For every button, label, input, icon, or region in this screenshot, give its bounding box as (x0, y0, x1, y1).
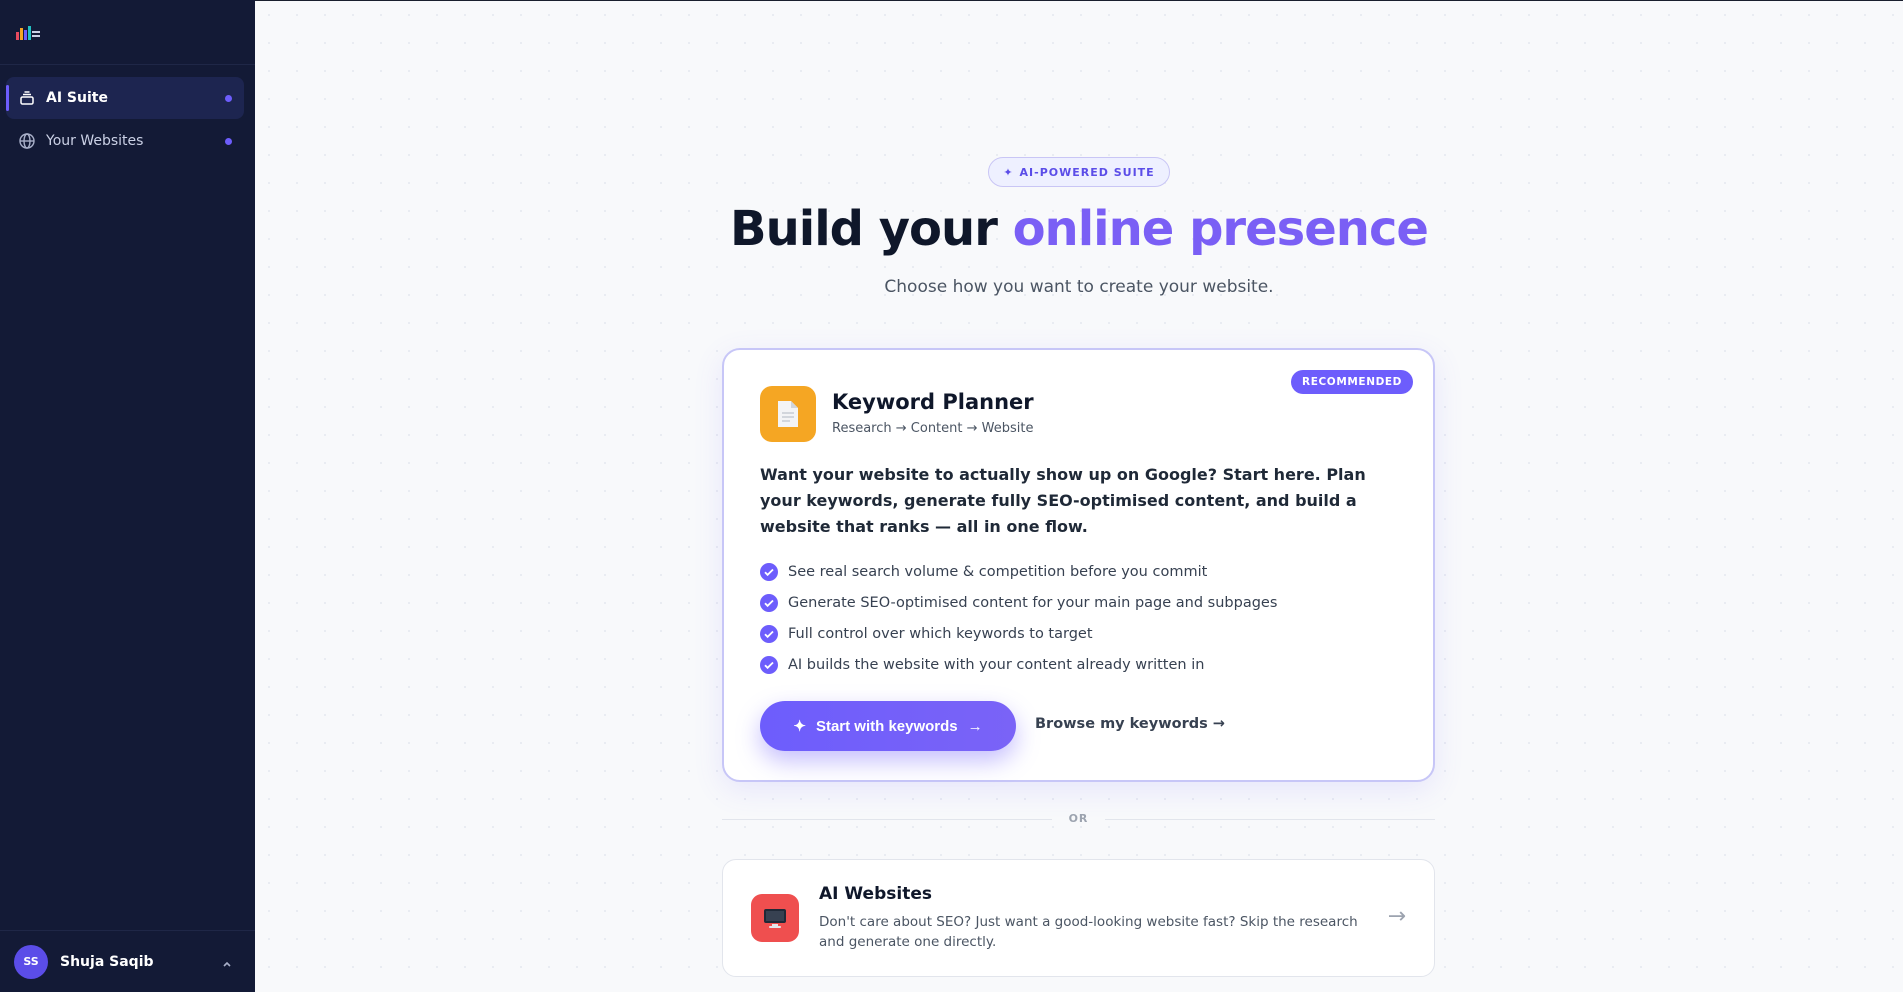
or-divider: OR (722, 809, 1435, 829)
globe-icon (18, 132, 36, 150)
page-subtitle: Choose how you want to create your websi… (884, 277, 1274, 297)
sidebar-item-ai-suite[interactable]: AI Suite (6, 77, 244, 119)
feature-text: AI builds the website with your content … (788, 656, 1205, 673)
check-circle-icon (760, 655, 778, 674)
headline-main: Build your (730, 201, 1013, 257)
keyword-planner-card: RECOMMENDED Keyword Planner Research → C… (722, 348, 1435, 782)
sidebar: AI Suite Your Websites SS Shuja Saqib (0, 0, 255, 992)
recommended-badge: RECOMMENDED (1291, 370, 1413, 394)
stack-icon (18, 89, 36, 107)
ai-powered-pill: ✦ AI-POWERED SUITE (988, 157, 1170, 187)
sidebar-item-label: AI Suite (46, 90, 108, 106)
list-item: AI builds the website with your content … (760, 649, 1277, 680)
list-item: See real search volume & competition bef… (760, 556, 1277, 587)
main-content: ✦ AI-POWERED SUITE Build your online pre… (255, 0, 1903, 992)
monitor-icon (751, 894, 799, 942)
sparkle-icon: ✦ (793, 718, 806, 735)
button-label: Start with keywords (815, 717, 958, 735)
headline-accent: online presence (1012, 201, 1429, 257)
user-menu[interactable]: SS Shuja Saqib (0, 930, 255, 992)
feature-text: See real search volume & competition bef… (788, 563, 1208, 580)
keyword-planner-subtitle: Research → Content → Website (832, 421, 1034, 436)
feature-text: Full control over which keywords to targ… (788, 625, 1093, 642)
page-title: Build your online presence (255, 201, 1903, 257)
divider-line (1105, 819, 1435, 820)
chevron-up-icon[interactable] (221, 955, 233, 967)
ai-websites-card[interactable]: AI Websites Don't care about SEO? Just w… (722, 859, 1435, 977)
feature-text: Generate SEO-optimised content for your … (788, 594, 1278, 611)
keyword-planner-description: Want your website to actually show up on… (760, 465, 1366, 536)
browse-my-keywords-link[interactable]: Browse my keywords → (1035, 716, 1225, 732)
app-logo[interactable] (14, 22, 42, 42)
sidebar-divider (0, 64, 255, 65)
list-item: Full control over which keywords to targ… (760, 618, 1277, 649)
status-dot (225, 138, 232, 145)
ai-websites-description: Don't care about SEO? Just want a good-l… (819, 914, 1358, 950)
status-dot (225, 95, 232, 102)
arrow-right-icon[interactable]: → (1388, 904, 1406, 929)
check-circle-icon (760, 593, 778, 612)
user-name: Shuja Saqib (60, 953, 154, 970)
keyword-planner-title: Keyword Planner (832, 390, 1034, 414)
avatar: SS (14, 944, 48, 979)
document-icon (760, 386, 816, 442)
sidebar-item-your-websites[interactable]: Your Websites (6, 120, 244, 162)
pill-label: AI-POWERED SUITE (1019, 165, 1155, 179)
sidebar-item-label: Your Websites (46, 133, 144, 149)
sparkle-icon: ✦ (1003, 165, 1014, 179)
feature-list: See real search volume & competition bef… (760, 556, 1277, 680)
check-circle-icon (760, 624, 778, 643)
ai-websites-title: AI Websites (819, 884, 932, 904)
check-circle-icon (760, 562, 778, 581)
start-with-keywords-button[interactable]: ✦ Start with keywords → (760, 701, 1016, 751)
arrow-right-icon: → (967, 717, 983, 735)
list-item: Generate SEO-optimised content for your … (760, 587, 1277, 618)
